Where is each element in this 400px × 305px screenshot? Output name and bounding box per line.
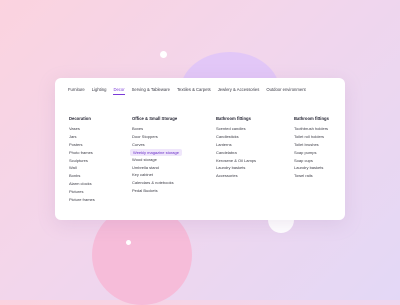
tab-lighting[interactable]: Lighting xyxy=(92,87,107,94)
menu-link[interactable]: Candelabra xyxy=(216,149,256,157)
decorative-white-dot-small xyxy=(126,240,131,245)
menu-column-heading: Office & Small Storage xyxy=(132,116,178,121)
tab-serving-tableware[interactable]: Serving & Tableware xyxy=(132,87,170,94)
decorative-white-dot xyxy=(160,51,167,58)
menu-link[interactable]: Alarm clocks xyxy=(69,180,95,188)
decorative-pink-circle xyxy=(92,205,192,305)
menu-link[interactable]: Boxes xyxy=(132,125,182,133)
menu-link[interactable]: Calendars & notebooks xyxy=(132,179,182,187)
tab-furniture[interactable]: Furniture xyxy=(68,87,85,94)
menu-link-list: Scented candles Candlesticks Lanterns Cande… xyxy=(216,125,256,180)
menu-link[interactable]: Laundry baskets xyxy=(294,164,329,172)
menu-link[interactable]: Picture frames xyxy=(69,196,95,204)
tab-textiles-carpets[interactable]: Textiles & Carpets xyxy=(177,87,211,94)
menu-link[interactable]: Lanterns xyxy=(216,141,256,149)
menu-link[interactable]: Pedal Buckets xyxy=(132,187,182,195)
menu-link[interactable]: Key cabinet xyxy=(132,171,182,179)
menu-link-list: Vases Jars Posters Photo frames Sculptures Wa… xyxy=(69,125,95,204)
menu-link[interactable]: Photo frames xyxy=(69,149,95,157)
tab-outdoor-environment[interactable]: Outdoor environment xyxy=(266,87,305,94)
menu-link[interactable]: Candlesticks xyxy=(216,133,256,141)
menu-link[interactable]: Scented candles xyxy=(216,125,256,133)
menu-link[interactable]: Toilet brushes xyxy=(294,141,329,149)
menu-link[interactable]: Laundry baskets xyxy=(216,164,256,172)
mega-menu-panel: Furniture Lighting Decor Serving & Tablewar… xyxy=(55,78,345,220)
menu-link-list: Boxes Door Stoppers Curves Weekly magazine … xyxy=(130,125,182,195)
category-tabs: Furniture Lighting Decor Serving & Tablewar… xyxy=(68,87,335,101)
menu-link[interactable]: Towel rails xyxy=(294,172,329,180)
menu-link[interactable]: Posters xyxy=(69,141,95,149)
tab-decor[interactable]: Decor xyxy=(113,87,125,95)
menu-link[interactable]: Curves xyxy=(132,141,182,149)
menu-link[interactable]: Door Stoppers xyxy=(132,133,182,141)
menu-column-bathroom-fittings-1: Bathroom fittings Scented candles Candlest… xyxy=(216,116,256,180)
menu-column-office-storage: Office & Small Storage Boxes Door Stoppers… xyxy=(130,116,182,195)
menu-link[interactable]: Weekly magazine storage xyxy=(130,148,182,156)
menu-column-heading: Bathroom fittings xyxy=(216,116,251,121)
menu-link[interactable]: Toilet roll holders xyxy=(294,133,329,141)
menu-link-list: Toothbrush holders Toilet roll holders Toi… xyxy=(294,125,329,180)
menu-link[interactable]: Accessories xyxy=(216,172,256,180)
menu-link[interactable]: Wood storage xyxy=(132,156,182,164)
menu-column-heading: Decoration xyxy=(69,116,91,121)
menu-link[interactable]: Soap pumps xyxy=(294,149,329,157)
menu-link[interactable]: Pictures xyxy=(69,188,95,196)
menu-link[interactable]: Vases xyxy=(69,125,95,133)
menu-link[interactable]: Jars xyxy=(69,133,95,141)
tab-jewlery-accessories[interactable]: Jewlery & Accessories xyxy=(218,87,260,94)
menu-link[interactable]: Umbrella stand xyxy=(132,164,182,172)
menu-link[interactable]: Soap cups xyxy=(294,157,329,165)
menu-column-heading: Bathroom fittings xyxy=(294,116,329,121)
menu-column-decoration: Decoration Vases Jars Posters Photo frames Sc… xyxy=(69,116,95,204)
menu-link[interactable]: Sculptures xyxy=(69,157,95,165)
menu-column-bathroom-fittings-2: Bathroom fittings Toothbrush holders Toile… xyxy=(294,116,329,180)
menu-link[interactable]: Kerosene & Oil Lamps xyxy=(216,157,256,165)
menu-link[interactable]: Bonbs xyxy=(69,172,95,180)
menu-link[interactable]: Toothbrush holders xyxy=(294,125,329,133)
menu-link[interactable]: Wall xyxy=(69,164,95,172)
